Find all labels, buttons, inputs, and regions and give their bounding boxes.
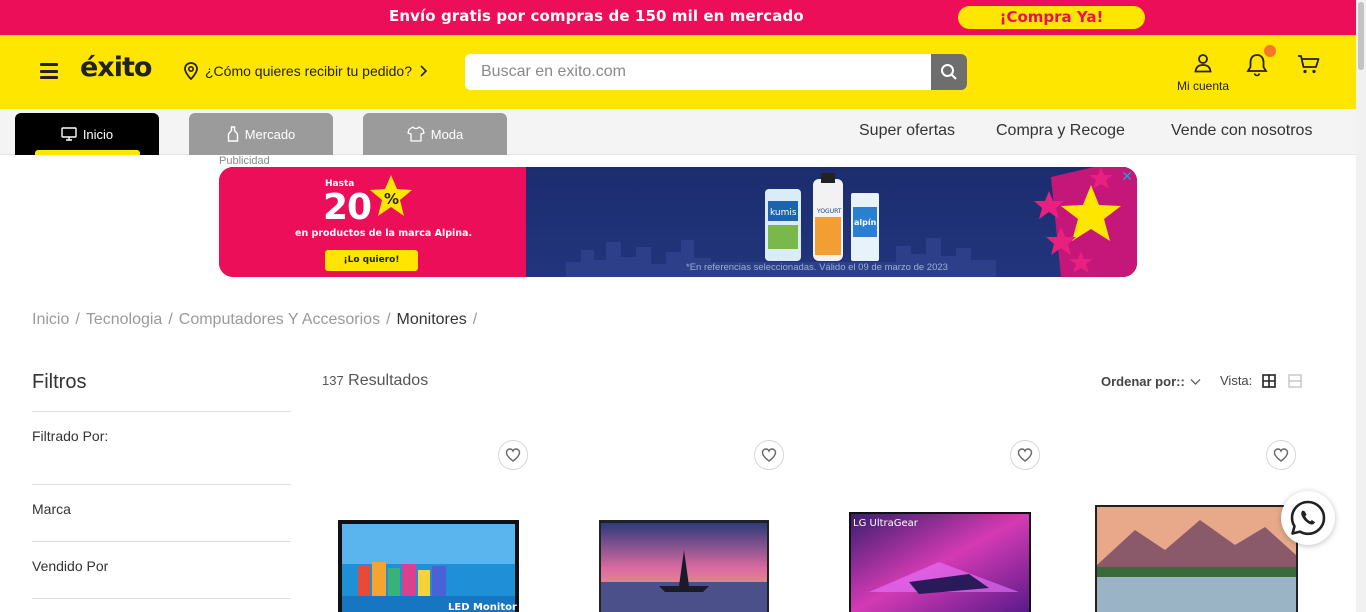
- heart-icon: [1273, 448, 1289, 462]
- product-image[interactable]: LED Monitor: [338, 520, 519, 612]
- tab-label: Moda: [430, 126, 464, 142]
- divider: [32, 541, 291, 542]
- promo-text: Envío gratis por compras de 150 mil en m…: [389, 7, 804, 25]
- nav-link-super-ofertas[interactable]: Super ofertas: [859, 122, 955, 140]
- search-input[interactable]: [465, 54, 931, 90]
- whatsapp-button[interactable]: [1281, 491, 1335, 545]
- filters-title: Filtros: [32, 371, 87, 393]
- heart-icon: [505, 448, 521, 462]
- exito-logo[interactable]: éxito: [80, 52, 152, 83]
- search-icon: [941, 64, 957, 80]
- ad-cta-button[interactable]: ¡Lo quiero!: [325, 250, 418, 271]
- cart-button[interactable]: [1297, 54, 1321, 80]
- view-label: Vista:: [1220, 373, 1253, 388]
- menu-icon[interactable]: [40, 63, 58, 79]
- divider: [32, 598, 291, 599]
- breadcrumb-computadores[interactable]: Computadores Y Accesorios: [179, 311, 380, 329]
- search-bar: [465, 54, 967, 90]
- user-icon: [1194, 54, 1212, 73]
- product-caption: LED Monitor: [448, 602, 517, 612]
- ad-image-panel: kumis YOGURT alpín *En referencias selec…: [526, 167, 1137, 277]
- notification-badge: [1264, 45, 1276, 57]
- delivery-prompt: ¿Cómo quieres recibir tu pedido?: [205, 63, 412, 79]
- order-by-label: Ordenar por::: [1101, 374, 1185, 389]
- favorite-button[interactable]: [1010, 440, 1040, 470]
- alpina-products-image: kumis YOGURT alpín: [765, 173, 879, 261]
- breadcrumb-separator: /: [168, 311, 173, 328]
- bottle-icon: [227, 126, 238, 142]
- product-image[interactable]: [599, 520, 769, 612]
- chevron-down-icon: [1190, 378, 1201, 385]
- page-scrollbar[interactable]: [1356, 0, 1366, 612]
- nav-link-compra-y-recoge[interactable]: Compra y Recoge: [996, 122, 1125, 140]
- chevron-right-icon: [420, 65, 428, 77]
- product-caption: LG UltraGear: [853, 518, 919, 529]
- nav-link-vende-con-nosotros[interactable]: Vende con nosotros: [1171, 122, 1312, 140]
- favorite-button[interactable]: [754, 440, 784, 470]
- notifications-button[interactable]: [1246, 45, 1276, 81]
- tab-mercado[interactable]: Mercado: [189, 113, 333, 155]
- ad-legal-text: *En referencias seleccionadas. Válido el…: [686, 262, 948, 273]
- tab-label: Inicio: [82, 126, 114, 142]
- ad-percent: 20: [323, 187, 372, 228]
- close-icon[interactable]: ✕: [1121, 169, 1133, 185]
- breadcrumb-tecnologia[interactable]: Tecnologia: [86, 311, 163, 329]
- heart-icon: [761, 448, 777, 462]
- results-count: 137 Resultados: [322, 372, 428, 390]
- shirt-icon: [407, 126, 425, 142]
- filtered-by-label: Filtrado Por:: [32, 428, 109, 444]
- tab-moda[interactable]: Moda: [363, 113, 507, 155]
- ad-subtitle: en productos de la marca Alpina.: [295, 228, 473, 239]
- search-button[interactable]: [931, 54, 967, 90]
- product-image[interactable]: LG UltraGear: [849, 512, 1031, 612]
- location-pin-icon: [184, 62, 198, 80]
- grid-view-icon[interactable]: [1262, 374, 1276, 388]
- account-label: Mi cuenta: [1176, 79, 1230, 93]
- divider: [32, 484, 291, 485]
- whatsapp-icon: [1290, 500, 1326, 536]
- promo-bar: Envío gratis por compras de 150 mil en m…: [0, 0, 1356, 35]
- star-icon: %: [370, 175, 412, 216]
- divider: [32, 411, 291, 412]
- breadcrumb-monitores: Monitores: [396, 311, 467, 328]
- product-label: kumis: [770, 208, 797, 218]
- tab-inicio[interactable]: Inicio: [15, 113, 159, 155]
- scrollbar-thumb[interactable]: [1358, 2, 1364, 70]
- product-image[interactable]: [1095, 505, 1298, 612]
- account-button[interactable]: Mi cuenta: [1170, 53, 1236, 93]
- ad-label: Publicidad: [219, 155, 270, 167]
- filter-group-vendido-por[interactable]: Vendido Por: [32, 558, 108, 574]
- bell-icon: [1246, 54, 1268, 77]
- delivery-selector[interactable]: ¿Cómo quieres recibir tu pedido?: [183, 62, 428, 80]
- buy-now-button[interactable]: ¡Compra Ya!: [958, 6, 1145, 29]
- results-number: 137: [322, 373, 344, 388]
- heart-icon: [1017, 448, 1033, 462]
- breadcrumb: Inicio / Tecnologia / Computadores Y Acces…: [32, 311, 477, 329]
- ad-promo-panel: Hasta 20 % en productos de la marca Alpi…: [219, 167, 526, 277]
- cart-icon: [1298, 55, 1320, 74]
- breadcrumb-separator: /: [386, 311, 391, 328]
- breadcrumb-separator: /: [472, 311, 478, 328]
- favorite-button[interactable]: [1266, 440, 1296, 470]
- category-nav: Inicio Mercado Moda Super ofertas Compra…: [0, 109, 1356, 155]
- ad-percent-sign: %: [384, 190, 399, 208]
- site-header: éxito ¿Cómo quieres recibir tu pedido? M…: [0, 35, 1356, 109]
- ad-banner[interactable]: Hasta 20 % en productos de la marca Alpi…: [219, 167, 1137, 277]
- product-label: YOGURT: [816, 208, 842, 215]
- monitor-icon: [61, 127, 77, 141]
- breadcrumb-inicio[interactable]: Inicio: [32, 311, 69, 329]
- breadcrumb-separator: /: [75, 311, 80, 328]
- list-view-icon[interactable]: [1288, 374, 1302, 388]
- order-by-dropdown[interactable]: Ordenar por::: [1101, 374, 1201, 389]
- tab-label: Mercado: [244, 126, 296, 142]
- filter-group-marca[interactable]: Marca: [32, 501, 71, 517]
- favorite-button[interactable]: [498, 440, 528, 470]
- product-label: alpín: [854, 218, 877, 227]
- results-label: Resultados: [348, 372, 429, 389]
